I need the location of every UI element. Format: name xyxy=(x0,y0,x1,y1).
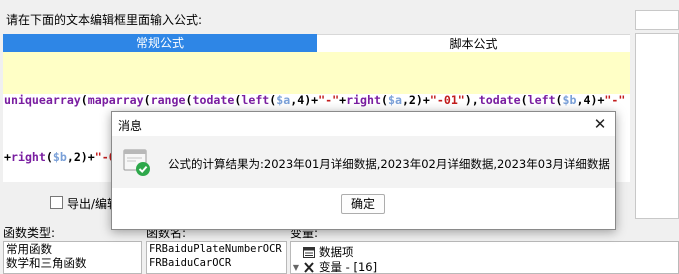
list-item[interactable]: FRBaiduCarOCR xyxy=(147,256,286,270)
chevron-down-icon[interactable]: ▼ xyxy=(291,260,301,273)
variable-tree[interactable]: 数据项 ▼ 变量 - [16] xyxy=(290,241,679,274)
function-type-label: 函数类型: xyxy=(3,226,56,240)
formula-operator-token: ( xyxy=(520,93,528,107)
function-name-list[interactable]: FRBaiduPlateNumberOCR FRBaiduCarOCR xyxy=(146,241,287,274)
dialog-footer: 确定 xyxy=(112,188,615,229)
formula-string-token: "-01" xyxy=(429,93,465,107)
formula-function-token: todate xyxy=(192,93,235,107)
tree-item-variables[interactable]: ▼ 变量 - [16] xyxy=(291,260,678,274)
right-side-field[interactable] xyxy=(635,10,679,30)
formula-variable-token: $b xyxy=(562,93,577,107)
tree-item-label: 数据项 xyxy=(319,245,354,259)
formula-function-token: todate xyxy=(478,93,521,107)
formula-function-token: range xyxy=(150,93,186,107)
list-item[interactable]: 数学和三角函数 xyxy=(4,256,141,270)
formula-operator-token: ( xyxy=(381,93,388,107)
formula-operator-token: ,2)+ xyxy=(401,93,430,107)
formula-variable-token: $a xyxy=(276,93,291,107)
formula-operator-token: ( xyxy=(555,93,563,107)
formula-operator-token: ( xyxy=(45,150,53,164)
formula-operator-token: ,4)+ xyxy=(576,93,605,107)
formula-mode-tabs: 常规公式 脚本公式 xyxy=(3,34,630,52)
list-item[interactable]: 常用函数 xyxy=(4,242,141,256)
function-type-list[interactable]: 常用函数 数学和三角函数 xyxy=(3,241,142,274)
table-icon xyxy=(303,247,315,258)
formula-variable-token: $a xyxy=(387,93,402,107)
formula-operator-token: ), xyxy=(464,93,479,107)
formula-function-token: right xyxy=(10,150,46,164)
dialog-title-bar[interactable]: 消息 ✕ xyxy=(112,112,615,136)
success-check-icon xyxy=(122,147,152,177)
tree-item-data-items[interactable]: 数据项 xyxy=(291,245,678,260)
formula-string-token: "-" xyxy=(318,93,340,107)
tree-item-label: 变量 - [16] xyxy=(319,260,378,274)
dialog-body: 公式的计算结果为:2023年01月详细数据,2023年02月详细数据,2023年… xyxy=(112,136,615,188)
close-icon[interactable]: ✕ xyxy=(591,115,609,133)
formula-string-token: "-" xyxy=(604,93,626,107)
formula-prompt-label: 请在下面的文本编辑框里面输入公式: xyxy=(6,13,203,27)
dialog-message: 公式的计算结果为:2023年01月详细数据,2023年02月详细数据,2023年… xyxy=(168,157,610,171)
tab-regular-formula[interactable]: 常规公式 xyxy=(3,34,317,52)
list-item[interactable]: FRBaiduPlateNumberOCR xyxy=(147,242,286,256)
formula-function-token: uniquearray xyxy=(4,93,81,107)
formula-operator-token: ( xyxy=(80,93,88,107)
formula-function-token: left xyxy=(527,93,556,107)
right-side-panel[interactable] xyxy=(635,33,679,219)
formula-function-token: maparray xyxy=(87,93,144,107)
variable-x-icon xyxy=(303,262,315,273)
message-dialog: 消息 ✕ 公式的计算结果为:2023年01月详细数据,2023年02月详细数据,… xyxy=(111,111,616,230)
formula-operator-token: ,4)+ xyxy=(290,93,319,107)
dialog-title: 消息 xyxy=(118,119,143,133)
ok-button[interactable]: 确定 xyxy=(341,194,385,214)
formula-function-token: left xyxy=(241,93,270,107)
formula-variable-token: $b xyxy=(52,150,67,164)
tab-script-formula[interactable]: 脚本公式 xyxy=(317,34,630,52)
formula-code[interactable]: uniquearray(maparray(range(todate(left($… xyxy=(3,52,630,164)
formula-operator-token: + xyxy=(4,150,11,164)
formula-operator-token: ( xyxy=(143,93,151,107)
export-edit-checkbox[interactable] xyxy=(50,196,63,209)
formula-line-1: uniquearray(maparray(range(todate(left($… xyxy=(4,91,630,110)
formula-function-token: right xyxy=(346,93,381,107)
formula-operator-token: ,2)+ xyxy=(66,150,95,164)
